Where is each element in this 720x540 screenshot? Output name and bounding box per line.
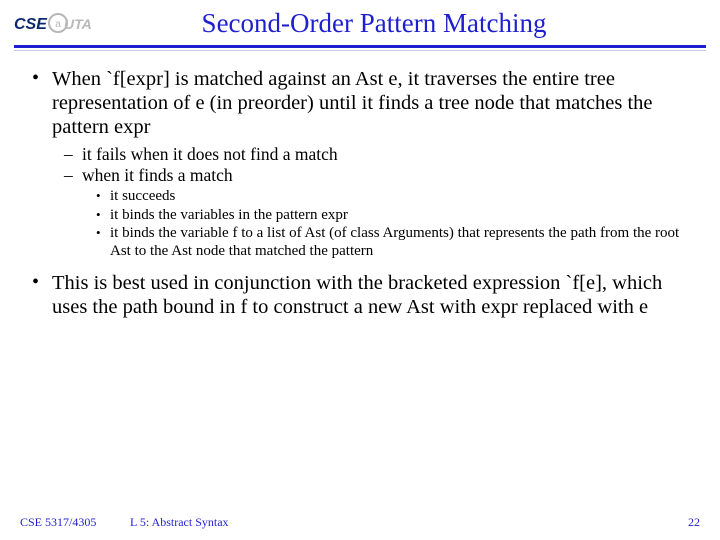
bullet-item: This is best used in conjunction with th… <box>30 271 690 319</box>
bullet-item: When `f[expr] is matched against an Ast … <box>30 67 690 261</box>
svg-text:CSE: CSE <box>14 16 48 33</box>
bullet-item: when it finds a match it succeeds it bin… <box>64 165 690 260</box>
bullet-text: When `f[expr] is matched against an Ast … <box>52 68 653 138</box>
footer-page-number: 22 <box>670 515 700 530</box>
slide-header: CSE a UTA Second-Order Pattern Matching <box>0 0 720 39</box>
svg-text:a: a <box>55 19 61 30</box>
svg-text:UTA: UTA <box>64 16 92 32</box>
slide-content: When `f[expr] is matched against an Ast … <box>0 51 720 319</box>
footer-course: CSE 5317/4305 <box>20 515 130 530</box>
bullet-item: it binds the variable f to a list of Ast… <box>96 225 690 260</box>
footer-lesson: L 5: Abstract Syntax <box>130 515 670 530</box>
bullet-item: it binds the variables in the pattern ex… <box>96 207 690 225</box>
bullet-text: when it finds a match <box>82 165 233 185</box>
slide-footer: CSE 5317/4305 L 5: Abstract Syntax 22 <box>0 515 720 530</box>
bullet-text: it binds the variable f to a list of Ast… <box>110 225 679 259</box>
bullet-text: This is best used in conjunction with th… <box>52 272 662 318</box>
bullet-item: it fails when it does not find a match <box>64 144 690 165</box>
bullet-item: it succeeds <box>96 188 690 206</box>
bullet-text: it binds the variables in the pattern ex… <box>110 207 348 223</box>
bullet-text: it succeeds <box>110 188 175 204</box>
slide-title: Second-Order Pattern Matching <box>102 8 706 39</box>
cse-uta-logo: CSE a UTA <box>14 11 92 37</box>
bullet-text: it fails when it does not find a match <box>82 144 338 164</box>
